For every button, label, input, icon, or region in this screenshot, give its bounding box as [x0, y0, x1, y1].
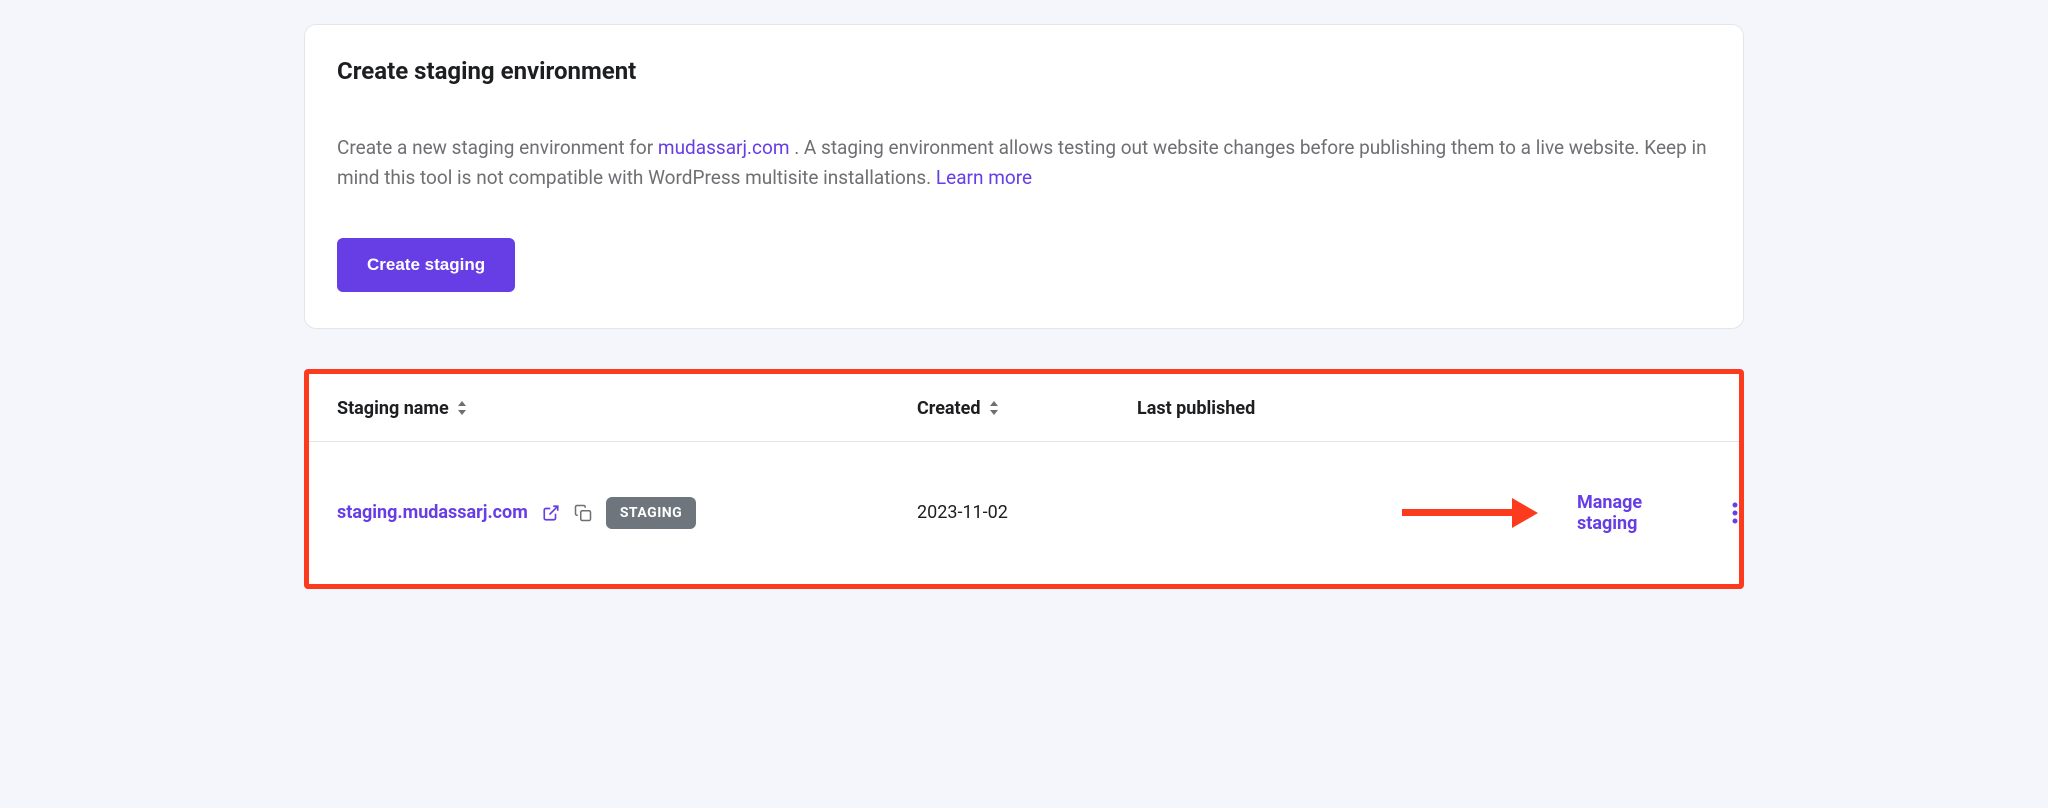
table-header: Staging name Created Last published: [309, 374, 1739, 442]
created-cell: 2023-11-02: [917, 502, 1137, 523]
more-options-icon[interactable]: [1732, 502, 1738, 524]
card-description: Create a new staging environment for mud…: [337, 133, 1711, 194]
staging-card: Create staging environment Create a new …: [304, 24, 1744, 329]
header-last-published: Last published: [1137, 398, 1427, 419]
domain-link[interactable]: mudassarj.com: [658, 136, 790, 159]
status-badge: STAGING: [606, 497, 696, 529]
staging-url[interactable]: staging.mudassarj.com: [337, 502, 528, 523]
manage-staging-link[interactable]: Manage staging: [1577, 492, 1642, 534]
create-staging-button[interactable]: Create staging: [337, 238, 515, 292]
card-title: Create staging environment: [337, 57, 1711, 85]
header-name[interactable]: Staging name: [337, 398, 917, 419]
external-link-icon[interactable]: [542, 504, 560, 522]
actions-cell: Manage staging: [1427, 492, 1738, 534]
arrow-annotation: [1402, 498, 1538, 528]
table-row: staging.mudassarj.com STAGING 2023-11-02…: [309, 442, 1739, 584]
staging-table: Staging name Created Last published stag…: [304, 369, 1744, 589]
sort-icon: [457, 401, 467, 415]
copy-icon[interactable]: [574, 504, 592, 522]
sort-icon: [989, 401, 999, 415]
header-created[interactable]: Created: [917, 398, 1137, 419]
name-cell: staging.mudassarj.com STAGING: [337, 497, 917, 529]
learn-more-link[interactable]: Learn more: [936, 166, 1032, 189]
